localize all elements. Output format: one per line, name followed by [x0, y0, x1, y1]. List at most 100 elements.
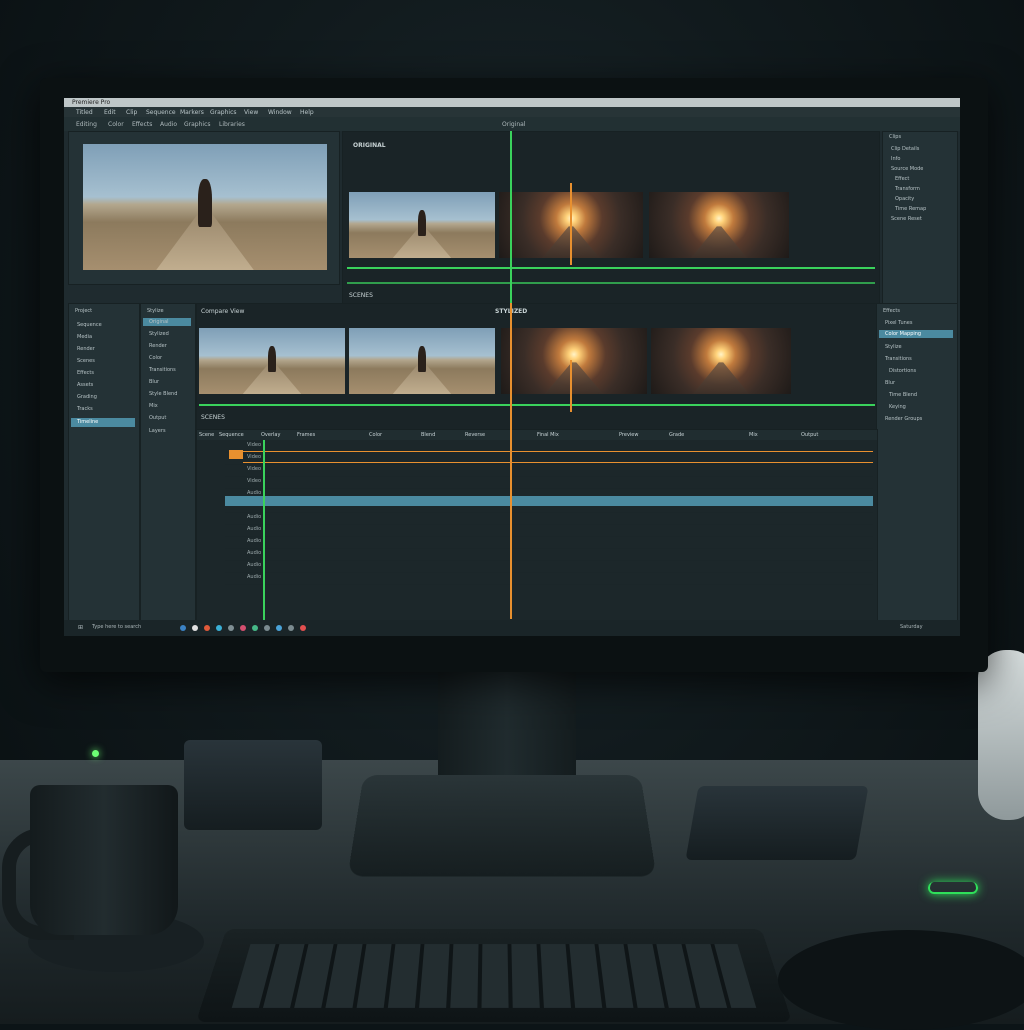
list-item[interactable]: Mix: [149, 403, 158, 409]
menu-item-graphics[interactable]: Graphics: [210, 109, 237, 116]
menu-item-view[interactable]: View: [244, 109, 258, 116]
original-label: ORIGINAL: [353, 142, 386, 149]
taskbar-app-icon[interactable]: [180, 625, 186, 631]
list-item[interactable]: Clip Details: [891, 146, 919, 152]
orange-playhead-top[interactable]: [570, 183, 572, 265]
coffee-mug: [30, 785, 178, 935]
list-item[interactable]: Sequence: [77, 322, 102, 328]
list-item[interactable]: Effect: [895, 176, 909, 182]
menu-item-sequence[interactable]: Sequence: [146, 109, 176, 116]
green-playhead[interactable]: [263, 440, 265, 620]
road-shape: [693, 362, 749, 394]
taskbar-app-icon[interactable]: [192, 625, 198, 631]
list-item-selected[interactable]: Timeline: [77, 419, 98, 425]
device-box: [184, 740, 322, 830]
list-item[interactable]: Original: [149, 319, 169, 325]
track-label: Audio: [247, 526, 262, 532]
list-item[interactable]: Effects: [77, 370, 94, 376]
keyboard: [195, 929, 793, 1022]
taskbar: ⊞ Type here to search Saturday: [64, 620, 960, 636]
selected-track-bar[interactable]: [225, 496, 873, 506]
green-playhead-top[interactable]: [510, 131, 512, 303]
track-label: Audio: [247, 514, 262, 520]
menu-item-edit[interactable]: Edit: [104, 109, 116, 116]
clip-properties-panel: Clips Clip Details Info Source Mode Effe…: [882, 131, 958, 305]
list-item[interactable]: Time Blend: [889, 392, 917, 398]
list-item[interactable]: Time Remap: [895, 206, 926, 212]
list-item[interactable]: Grading: [77, 394, 97, 400]
workspace-tab-graphics[interactable]: Graphics: [184, 121, 211, 128]
list-item[interactable]: Color: [149, 355, 162, 361]
workspace-tab-libraries[interactable]: Libraries: [219, 121, 245, 128]
orange-playhead-stylized[interactable]: [570, 360, 572, 412]
rider-silhouette: [417, 346, 427, 372]
road-shape: [544, 362, 604, 394]
menu-item-markers[interactable]: Markers: [180, 109, 204, 116]
table-row[interactable]: Audio: [225, 572, 873, 585]
bin-panel: Stylize Original Stylized Render Color T…: [140, 303, 196, 621]
list-item[interactable]: Style Blend: [149, 391, 177, 397]
list-item[interactable]: Blur: [885, 380, 895, 386]
list-item[interactable]: Opacity: [895, 196, 914, 202]
screen: Premiere Pro Titled Edit Clip Sequence M…: [64, 98, 960, 636]
list-item[interactable]: Transitions: [149, 367, 176, 373]
menu-item-help[interactable]: Help: [300, 109, 314, 116]
list-item[interactable]: Distortions: [889, 368, 916, 374]
list-item[interactable]: Scenes: [77, 358, 95, 364]
clip-marker[interactable]: [229, 450, 243, 459]
list-item[interactable]: Render Groups: [885, 416, 922, 422]
timeline-ruler: Scene Sequence Overlay Frames Color Blen…: [197, 430, 877, 440]
ruler-label: Overlay: [261, 432, 281, 438]
taskbar-app-icon[interactable]: [288, 625, 294, 631]
taskbar-app-icon[interactable]: [276, 625, 282, 631]
track-label: Video: [247, 478, 262, 484]
workspace-tab-effects[interactable]: Effects: [132, 121, 152, 128]
search-input[interactable]: Type here to search: [92, 624, 141, 630]
list-item[interactable]: Stylized: [149, 331, 169, 337]
list-item[interactable]: Source Mode: [891, 166, 923, 172]
list-item[interactable]: Render: [77, 346, 95, 352]
workspace-tab-audio[interactable]: Audio: [160, 121, 177, 128]
taskbar-app-icon[interactable]: [216, 625, 222, 631]
list-item[interactable]: Tracks: [77, 406, 93, 412]
menu-item-clip[interactable]: Clip: [126, 109, 137, 116]
list-item[interactable]: Pixel Tunes: [885, 320, 912, 326]
list-item[interactable]: Scene Reset: [891, 216, 922, 222]
rider-silhouette: [417, 210, 427, 236]
list-item[interactable]: Render: [149, 343, 167, 349]
ruler-label: Scene: [199, 432, 215, 438]
menu-bar: Titled Edit Clip Sequence Markers Graphi…: [64, 107, 960, 117]
list-item[interactable]: Transitions: [885, 356, 912, 362]
menu-item-titled[interactable]: Titled: [76, 109, 93, 116]
device-box-right: [685, 786, 869, 860]
track-label: Audio: [247, 562, 262, 568]
ruler-label: Frames: [297, 432, 316, 438]
list-item[interactable]: Blur: [149, 379, 159, 385]
green-marker-line: [347, 267, 875, 269]
orange-playhead-main[interactable]: [510, 303, 512, 619]
panel-header: Project: [75, 308, 93, 314]
list-item[interactable]: Output: [149, 415, 166, 421]
clip-bar-orange[interactable]: [243, 451, 873, 452]
list-item[interactable]: Assets: [77, 382, 93, 388]
list-item-selected[interactable]: Color Mapping: [885, 331, 921, 337]
list-item[interactable]: Keying: [889, 404, 906, 410]
menu-item-window[interactable]: Window: [268, 109, 292, 116]
list-item[interactable]: Transform: [895, 186, 920, 192]
list-item[interactable]: Info: [891, 156, 900, 162]
taskbar-app-icon[interactable]: [252, 625, 258, 631]
start-icon[interactable]: ⊞: [78, 624, 83, 631]
list-item[interactable]: Media: [77, 334, 92, 340]
taskbar-app-icon[interactable]: [228, 625, 234, 631]
list-item[interactable]: Layers: [149, 428, 166, 434]
taskbar-app-icon[interactable]: [300, 625, 306, 631]
list-item[interactable]: Stylize: [885, 344, 902, 350]
taskbar-app-icon[interactable]: [240, 625, 246, 631]
taskbar-app-icon[interactable]: [264, 625, 270, 631]
panel-header: Effects: [883, 308, 900, 314]
taskbar-app-icon[interactable]: [204, 625, 210, 631]
workspace-tab-color[interactable]: Color: [108, 121, 124, 128]
clip-bar-orange-2[interactable]: [243, 462, 873, 463]
workspace-tab-editing[interactable]: Editing: [76, 121, 97, 128]
road-shape: [691, 226, 747, 258]
